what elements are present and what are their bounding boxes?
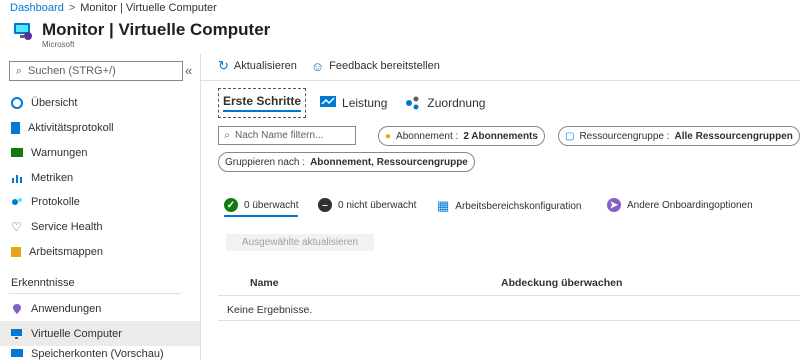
refresh-button[interactable]: ↻ Aktualisieren <box>218 58 297 74</box>
unmonitored-tab[interactable]: – 0 nicht überwacht <box>318 198 416 212</box>
sidebar-item-metrics[interactable]: Metriken <box>0 165 200 190</box>
subscription-filter-pill[interactable]: ● Abonnement : 2 Abonnements <box>378 126 545 146</box>
resource-group-icon: ▢ <box>565 130 575 142</box>
sidebar-divider-vertical <box>200 54 201 360</box>
update-selected-button[interactable]: Ausgewählte aktualisieren <box>226 234 374 251</box>
overview-icon <box>11 96 23 109</box>
command-bar: ↻ Aktualisieren ☺ Feedback bereitstellen <box>218 58 440 74</box>
monitored-label: 0 überwacht <box>244 199 299 211</box>
sidebar-item-storage-accounts[interactable]: Speicherkonten (Vorschau) <box>0 346 200 360</box>
column-header-name[interactable]: Name <box>250 277 279 289</box>
refresh-label: Aktualisieren <box>233 60 297 72</box>
workspace-icon: ▦ <box>437 198 450 213</box>
sidebar-item-label: Protokolle <box>31 195 80 208</box>
metrics-icon <box>12 174 22 183</box>
monitored-tab[interactable]: ✓ 0 überwacht <box>224 198 299 217</box>
page-header: Monitor | Virtuelle Computer Microsoft <box>12 20 270 50</box>
table-row-divider <box>218 320 800 321</box>
feedback-button[interactable]: ☺ Feedback bereitstellen <box>311 59 440 74</box>
sidebar-item-label: Aktivitätsprotokoll <box>28 121 114 134</box>
sidebar-item-label: Metriken <box>31 171 74 184</box>
sidebar-item-label: Warnungen <box>31 146 88 159</box>
sidebar-item-label: Arbeitsmappen <box>29 245 103 258</box>
search-icon: ⌕ <box>15 64 23 77</box>
other-onboarding-label: Andere Onboardingoptionen <box>627 199 753 211</box>
vm-icon <box>11 328 22 339</box>
page-subtitle: Microsoft <box>42 40 75 49</box>
logs-icon <box>12 197 22 205</box>
subscription-filter-value: 2 Abonnements <box>463 130 538 142</box>
subscription-filter-label: Abonnement : <box>396 130 459 142</box>
feedback-label: Feedback bereitstellen <box>329 60 440 72</box>
heart-icon: ♡ <box>11 219 22 234</box>
refresh-icon: ↻ <box>218 58 229 73</box>
alerts-icon <box>11 148 23 157</box>
sidebar-item-alerts[interactable]: Warnungen <box>0 140 200 165</box>
sidebar-item-workbooks[interactable]: Arbeitsmappen <box>0 239 200 264</box>
tab-performance[interactable]: Leistung <box>316 89 391 117</box>
checkmark-icon: ✓ <box>224 198 238 212</box>
name-filter-input[interactable]: ⌕ Nach Name filtern... <box>218 126 356 145</box>
storage-icon <box>11 349 23 357</box>
sidebar-item-label: Übersicht <box>31 96 78 109</box>
sidebar-search-placeholder: Suchen (STRG+/) <box>28 65 116 77</box>
breadcrumb-dashboard-link[interactable]: Dashboard <box>10 1 64 15</box>
breadcrumb: Dashboard > Monitor | Virtuelle Computer <box>10 0 217 16</box>
breadcrumb-separator: > <box>68 2 76 14</box>
key-icon: ● <box>385 130 392 142</box>
column-header-coverage[interactable]: Abdeckung überwachen <box>501 277 622 289</box>
sidebar-item-label: Virtuelle Computer <box>31 327 122 340</box>
pin-icon <box>13 303 21 314</box>
monitor-vm-icon <box>14 23 32 40</box>
sidebar-item-label: Anwendungen <box>31 302 102 315</box>
activity-log-icon <box>11 121 20 134</box>
groupby-filter-value: Abonnement, Ressourcengruppe <box>310 156 468 168</box>
tab-label: Zuordnung <box>427 96 486 110</box>
tab-getting-started[interactable]: Erste Schritte <box>218 88 307 118</box>
search-icon: ⌕ <box>224 130 230 141</box>
sidebar-item-label: Speicherkonten (Vorschau) <box>31 348 164 360</box>
collapse-sidebar-button[interactable]: « <box>185 63 192 78</box>
tab-label: Erste Schritte <box>223 94 302 112</box>
sidebar-section-title: Erkenntnisse <box>11 277 75 289</box>
sidebar-item-logs[interactable]: Protokolle <box>0 189 200 214</box>
sidebar-item-label: Service Health <box>31 220 103 233</box>
name-filter-placeholder: Nach Name filtern... <box>235 130 324 141</box>
sidebar-item-virtual-machines[interactable]: Virtuelle Computer <box>0 321 200 346</box>
table-header-divider <box>218 295 800 296</box>
map-icon <box>406 96 419 110</box>
workspace-label: Arbeitsbereichskonfiguration <box>455 200 582 212</box>
tab-bar: Erste Schritte Leistung Zuordnung <box>218 88 489 118</box>
groupby-filter-pill[interactable]: Gruppieren nach : Abonnement, Ressourcen… <box>218 152 475 172</box>
performance-icon <box>320 96 337 107</box>
sidebar-item-service-health[interactable]: ♡ Service Health <box>0 214 200 239</box>
sidebar-item-activity-log[interactable]: Aktivitätsprotokoll <box>0 115 200 140</box>
rocket-icon: ➤ <box>607 198 621 212</box>
sidebar-item-overview[interactable]: Übersicht <box>0 90 200 115</box>
sidebar-divider <box>9 293 181 294</box>
smiley-icon: ☺ <box>310 58 325 74</box>
unmonitored-label: 0 nicht überwacht <box>338 199 417 211</box>
resourcegroup-filter-pill[interactable]: ▢ Ressourcengruppe : Alle Ressourcengrup… <box>558 126 800 146</box>
workspace-config-link[interactable]: ▦ Arbeitsbereichskonfiguration <box>437 198 581 214</box>
toolbar-divider <box>201 80 800 81</box>
empty-results-text: Keine Ergebnisse. <box>227 304 313 316</box>
groupby-filter-label: Gruppieren nach : <box>225 156 306 168</box>
other-onboarding-link[interactable]: ➤ Andere Onboardingoptionen <box>607 198 753 212</box>
breadcrumb-current: Monitor | Virtuelle Computer <box>80 2 217 14</box>
resourcegroup-filter-value: Alle Ressourcengruppen <box>674 130 793 142</box>
sidebar-item-applications[interactable]: Anwendungen <box>0 296 200 321</box>
workbooks-icon <box>11 246 21 257</box>
sidebar-search-input[interactable]: ⌕ Suchen (STRG+/) <box>9 61 183 81</box>
tab-label: Leistung <box>342 96 388 110</box>
resourcegroup-filter-label: Ressourcengruppe : <box>579 130 670 142</box>
tab-map[interactable]: Zuordnung <box>401 89 489 117</box>
page-title: Monitor | Virtuelle Computer <box>42 20 271 39</box>
minus-icon: – <box>318 198 332 212</box>
